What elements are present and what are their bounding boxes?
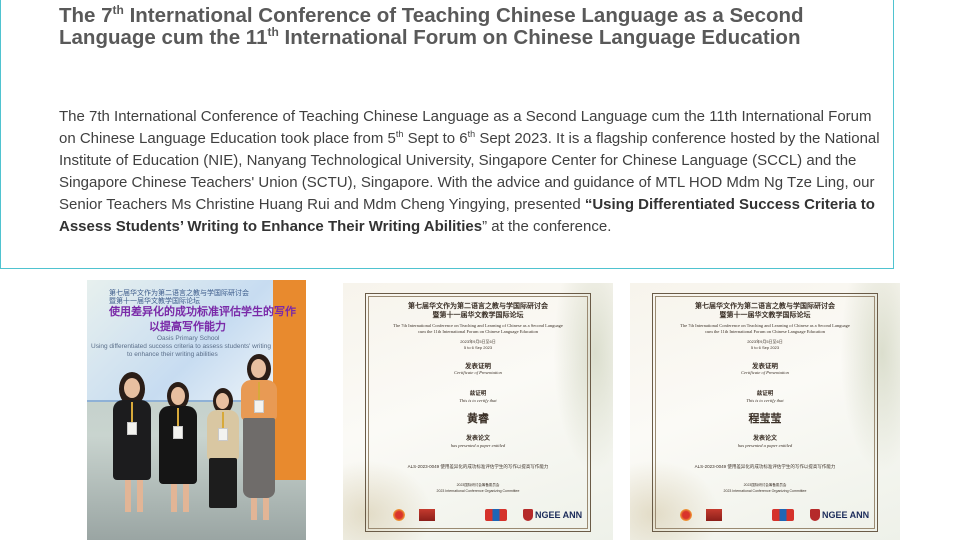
conference-logo-icon — [393, 509, 405, 521]
certificate-huang-rui: 第七届华文作为第二语言之教与学国际研讨会 暨第十一届华文教学国际论坛 The 7… — [343, 283, 613, 540]
cert-heading-cn: 发表证明 — [465, 362, 491, 370]
body-text: Sept to 6 — [403, 130, 468, 147]
cert-logos: NGEE ANN — [680, 509, 870, 523]
cert-paper-cn: 发表论文 — [465, 435, 490, 442]
cert-organizer-en: 2023 International Conference Organizing… — [723, 489, 807, 493]
slide-title: The 7th International Conference of Teac… — [59, 3, 889, 49]
cert-logos: NGEE ANN — [393, 509, 583, 523]
ngee-ann-logo-text: NGEE ANN — [822, 510, 870, 520]
cert-certify-cn: 兹证明 — [469, 391, 487, 397]
text-box: The 7th International Conference of Teac… — [0, 0, 894, 269]
nie-logo-icon — [419, 509, 435, 521]
cert-organizer-cn: 2023国际研讨会筹备委员会 — [456, 483, 500, 487]
screen-subtitle: to enhance their writing abilities — [127, 351, 218, 358]
body-text: ” at the conference. — [482, 218, 612, 235]
title-superscript: th — [112, 3, 124, 18]
cert-paper-en: has presented a paper entitled — [450, 443, 506, 448]
nie-logo-icon — [706, 509, 722, 521]
ngee-ann-crest-icon — [810, 509, 820, 521]
cert-en-title: The 7th International Conference on Teac… — [393, 323, 563, 328]
cert-heading-en: Certificate of Presentation — [454, 370, 502, 375]
title-superscript: th — [267, 25, 279, 40]
cert-cn-title2: 暨第十一届华文教学国际论坛 — [432, 310, 524, 319]
ngee-ann-crest-icon — [523, 509, 533, 521]
sccl-logo-icon — [485, 509, 507, 521]
cert-organizer-en: 2023 International Conference Organizing… — [436, 489, 520, 493]
cert-heading-cn: 发表证明 — [752, 362, 778, 370]
cert-paper-en: has presented a paper entitled — [737, 443, 793, 448]
cert-recipient-name: 程莹莹 — [748, 412, 782, 425]
slide-body: The 7th International Conference of Teac… — [59, 106, 885, 238]
conference-photo: 第七届华文作为第二语言之教与学国际研讨会 暨第十一届华文教学国际论坛 使用差异化… — [87, 280, 306, 540]
title-part: The 7 — [59, 4, 113, 27]
cert-certify-cn: 兹证明 — [756, 391, 774, 397]
cert-en-title2: cum the 11th International Forum on Chin… — [704, 329, 826, 334]
cert-certify-en: This is to certify that — [459, 398, 497, 403]
screen-school: Oasis Primary School — [157, 335, 220, 342]
screen-subtitle: Using differentiated success criteria to… — [91, 343, 271, 350]
cert-date-en: 5 to 6 Sep 2023 — [750, 345, 780, 350]
ngee-ann-logo-text: NGEE ANN — [535, 510, 583, 520]
screen-title: 使用差异化的成功标准评估学生的写作 — [109, 305, 296, 318]
cert-heading-en: Certificate of Presentation — [741, 370, 789, 375]
screen-title: 以提高写作能力 — [149, 320, 226, 333]
cert-certify-en: This is to certify that — [746, 398, 784, 403]
cert-paper-cn: 发表论文 — [752, 435, 777, 442]
cert-en-title2: cum the 11th International Forum on Chin… — [417, 329, 539, 334]
sccl-logo-icon — [772, 509, 794, 521]
title-part: International Forum on Chinese Language … — [278, 26, 801, 49]
cert-recipient-name: 黄睿 — [467, 412, 489, 425]
cert-cn-title2: 暨第十一届华文教学国际论坛 — [719, 310, 811, 319]
cert-paper-title: ALS-2023-0049 使用差异化的成功标准评估学生的写作以提高写作能力 — [694, 464, 836, 469]
cert-paper-title: ALS-2023-0049 使用差异化的成功标准评估学生的写作以提高写作能力 — [407, 464, 549, 469]
cert-en-title: The 7th International Conference on Teac… — [680, 323, 850, 328]
conference-logo-icon — [680, 509, 692, 521]
cert-date-en: 5 to 6 Sep 2023 — [463, 345, 493, 350]
cert-organizer-cn: 2023国际研讨会筹备委员会 — [743, 483, 787, 487]
certificate-cheng-yingying: 第七届华文作为第二语言之教与学国际研讨会 暨第十一届华文教学国际论坛 The 7… — [630, 283, 900, 540]
